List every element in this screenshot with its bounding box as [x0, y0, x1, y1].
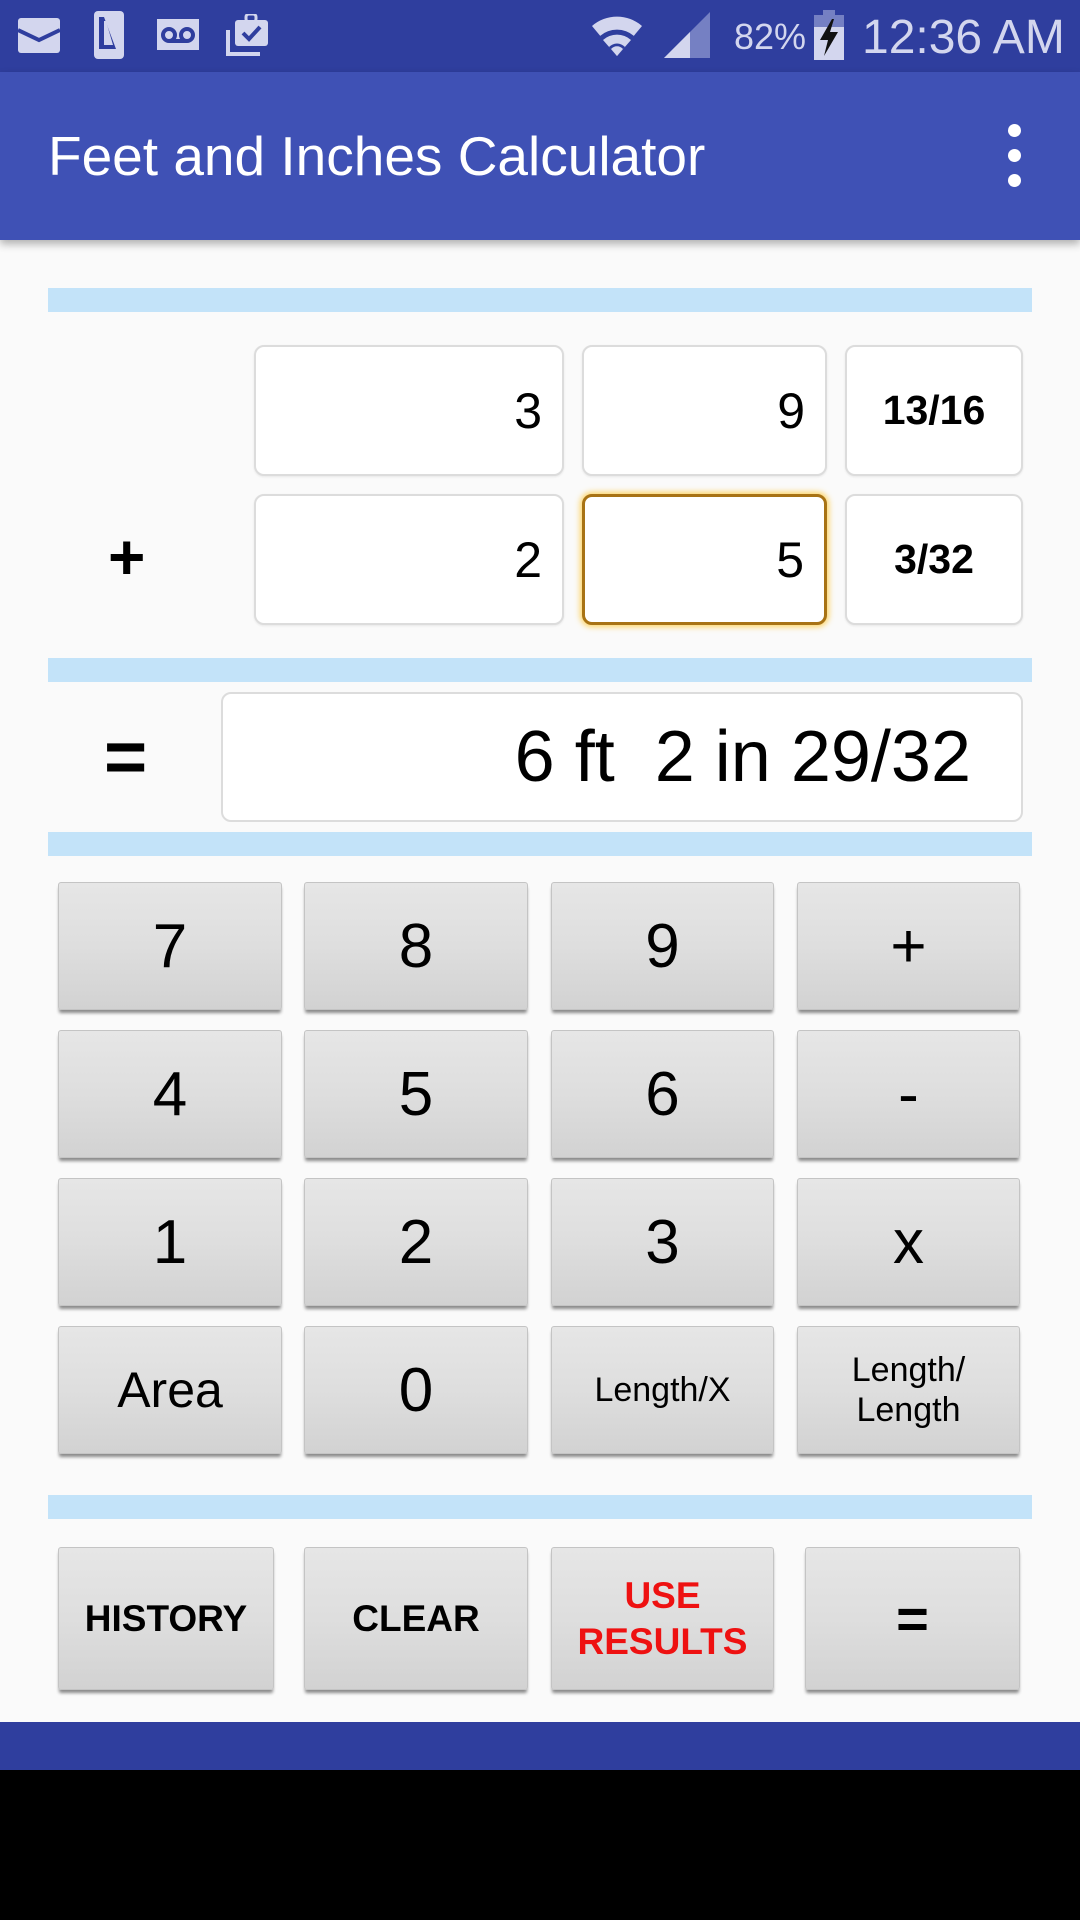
key-2[interactable]: 2	[304, 1178, 528, 1306]
key-5[interactable]: 5	[304, 1030, 528, 1158]
clipboard-check-icon	[226, 14, 268, 56]
clock: 12:36 AM	[862, 11, 1065, 64]
more-vert-icon[interactable]	[994, 124, 1034, 188]
row1-inches-field[interactable]: 9	[582, 345, 827, 476]
app-bar: Feet and Inches Calculator	[0, 72, 1080, 240]
mail-icon	[18, 18, 61, 53]
key-1[interactable]: 1	[58, 1178, 282, 1306]
history-button[interactable]: HISTORY	[58, 1547, 274, 1690]
cell-signal-icon	[664, 12, 710, 58]
divider	[48, 1495, 1032, 1519]
calculator-content: 3 9 13/16 + 2 5 3/32 = 6 ft 2 in 29/32 7…	[0, 240, 1080, 1722]
clear-button[interactable]: CLEAR	[304, 1547, 528, 1690]
key-0[interactable]: 0	[304, 1326, 528, 1454]
battery-charging-icon	[814, 10, 844, 60]
row2-fraction-field[interactable]: 3/32	[845, 494, 1023, 625]
use-results-label-line2: RESULTS	[577, 1620, 748, 1662]
use-results-label-line1: USE	[624, 1574, 701, 1616]
result-equals-label: =	[104, 715, 148, 798]
key-3[interactable]: 3	[551, 1178, 774, 1306]
key-area[interactable]: Area	[58, 1326, 282, 1454]
navigation-bar	[0, 1722, 1080, 1770]
key-minus[interactable]: -	[797, 1030, 1020, 1158]
row1-fraction-field[interactable]: 13/16	[845, 345, 1023, 476]
app-title: Feet and Inches Calculator	[48, 125, 706, 187]
key-length-div-x[interactable]: Length/X	[551, 1326, 774, 1454]
row1-feet-field[interactable]: 3	[254, 345, 564, 476]
key-9[interactable]: 9	[551, 882, 774, 1010]
divider	[48, 658, 1032, 682]
divider	[48, 288, 1032, 312]
wifi-icon	[592, 16, 642, 56]
battery-percent: 82%	[734, 16, 807, 57]
key-6[interactable]: 6	[551, 1030, 774, 1158]
key-plus[interactable]: +	[797, 882, 1020, 1010]
use-results-button[interactable]: USE RESULTS	[551, 1547, 774, 1690]
voicemail-icon	[157, 19, 199, 50]
key-multiply[interactable]: x	[797, 1178, 1020, 1306]
equals-button[interactable]: =	[805, 1547, 1020, 1690]
key-8[interactable]: 8	[304, 882, 528, 1010]
result-display: 6 ft 2 in 29/32	[221, 692, 1023, 822]
key-4[interactable]: 4	[58, 1030, 282, 1158]
divider	[48, 832, 1032, 856]
row2-operator[interactable]: +	[108, 520, 145, 594]
row2-feet-field[interactable]: 2	[254, 494, 564, 625]
key-7[interactable]: 7	[58, 882, 282, 1010]
row2-inches-field[interactable]: 5	[582, 494, 827, 625]
key-length-div-length[interactable]: Length/ Length	[797, 1326, 1020, 1454]
phone-icon	[94, 11, 124, 59]
status-bar: 82% 12:36 AM	[0, 0, 1080, 72]
